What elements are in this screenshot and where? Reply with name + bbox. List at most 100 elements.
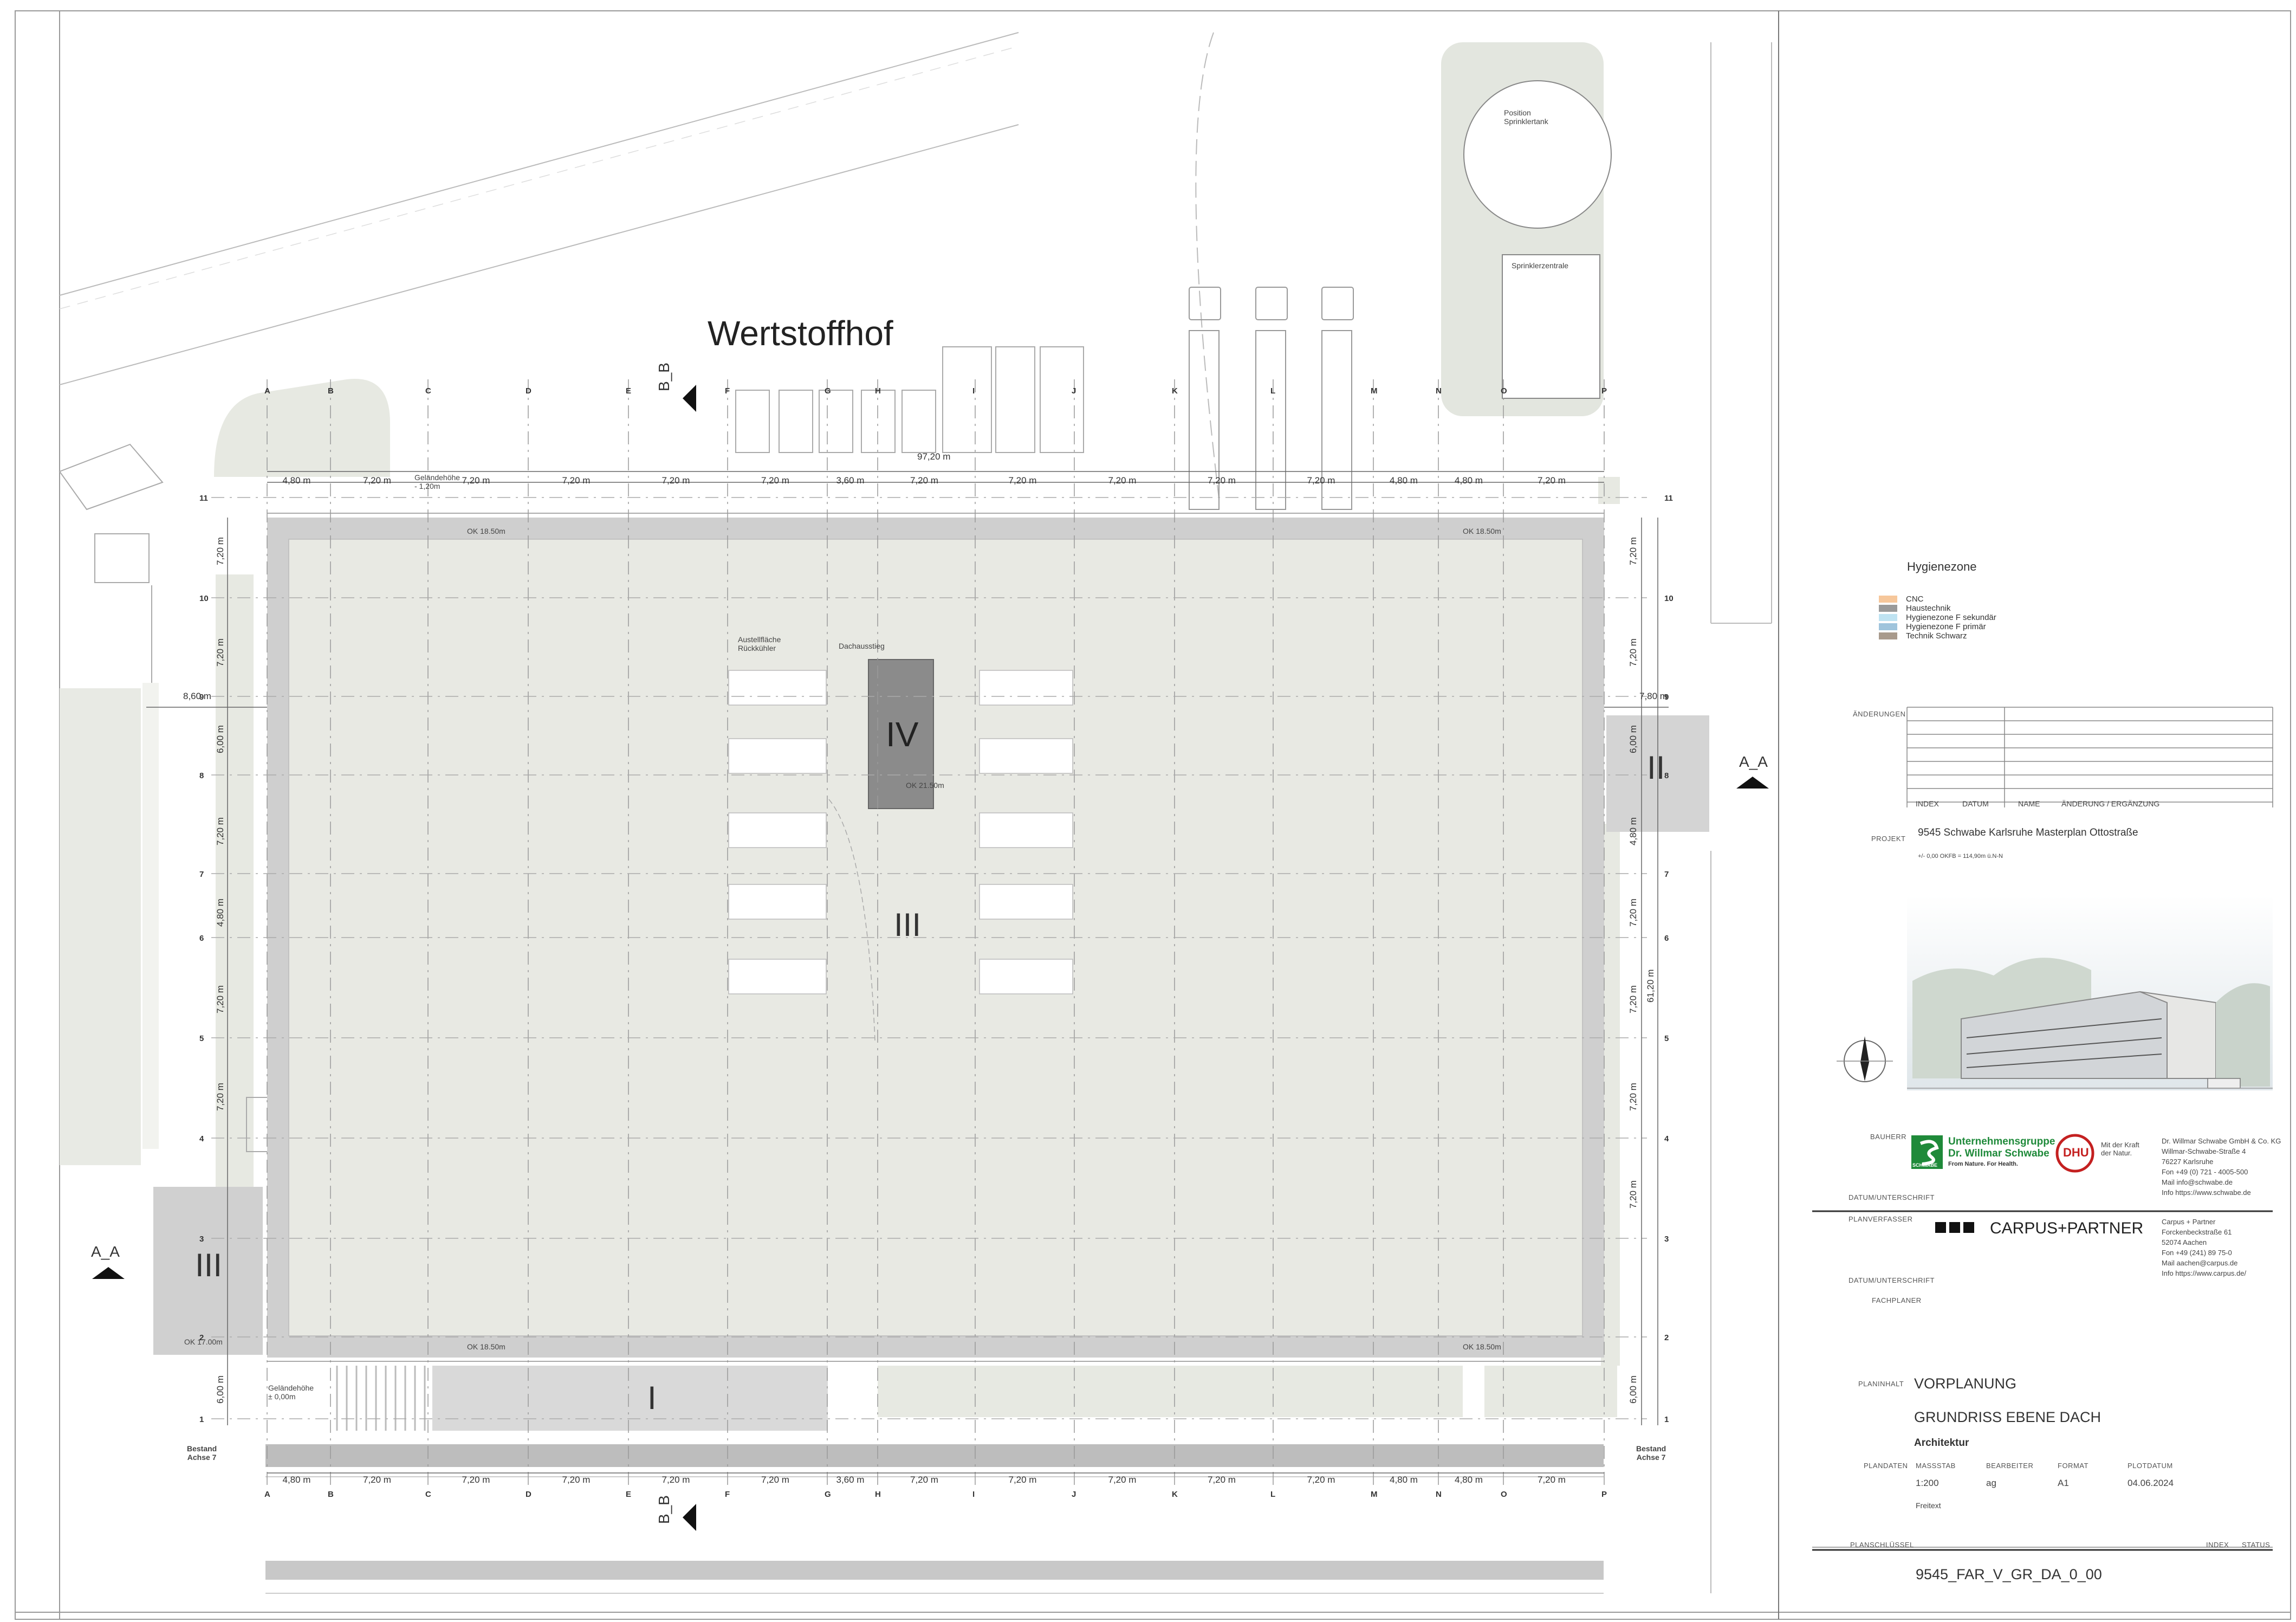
client-address: Dr. Willmar Schwabe GmbH & Co. KG Willmar… bbox=[2162, 1136, 2281, 1198]
right-dimension-7: 7,20 m bbox=[1628, 1180, 1638, 1209]
grid-row-right-11: 11 bbox=[1664, 494, 1673, 503]
bay-dimension-top-13: 4,80 m bbox=[1455, 475, 1483, 486]
grid-label-top-M: M bbox=[1371, 386, 1378, 396]
grid-label-bottom-F: F bbox=[725, 1490, 730, 1499]
plan-key: 9545_FAR_V_GR_DA_0_00 bbox=[1916, 1566, 2102, 1582]
grid-label-top-P: P bbox=[1601, 386, 1607, 396]
plan-discipline: Architektur bbox=[1914, 1437, 1969, 1449]
right-dimension-1: 7,20 m bbox=[1628, 638, 1638, 667]
legend-label: Hygienezone F primär bbox=[1906, 622, 1986, 631]
grid-label-top-O: O bbox=[1501, 386, 1507, 396]
designer-label: PLANVERFASSER bbox=[1849, 1215, 1913, 1223]
right-dimension-4: 7,20 m bbox=[1628, 899, 1638, 927]
legend-swatch bbox=[1879, 614, 1897, 621]
changes-col-date: DATUM bbox=[1962, 799, 1989, 808]
left-dimension-2: 6,00 m bbox=[215, 725, 225, 753]
grid-label-top-N: N bbox=[1436, 386, 1442, 396]
grid-label-bottom-J: J bbox=[1072, 1490, 1076, 1499]
specialist-label: FACHPLANER bbox=[1872, 1296, 1922, 1304]
bay-dimension-bottom-8: 7,20 m bbox=[1009, 1475, 1037, 1485]
roof-level-bl: OK 18.50m bbox=[467, 1342, 505, 1351]
section-mark-aa-left: A_A bbox=[91, 1243, 120, 1260]
roof-level-br: OK 18.50m bbox=[1463, 1342, 1501, 1351]
sprinkler-central-label: Sprinklerzentrale bbox=[1512, 261, 1569, 270]
bay-dimension-bottom-3: 7,20 m bbox=[562, 1475, 591, 1485]
grid-row-left-3: 3 bbox=[199, 1235, 204, 1244]
total-width-dimension: 97,20 m bbox=[917, 451, 950, 462]
cooler-area-label: Austellfläche Rückkühler bbox=[738, 635, 781, 652]
project-label: PROJEKT bbox=[1871, 835, 1906, 843]
data-col-editor: BEARBEITER bbox=[1986, 1462, 2034, 1470]
data-val-format: A1 bbox=[2058, 1478, 2069, 1488]
bay-dimension-top-3: 7,20 m bbox=[562, 475, 591, 486]
zone-label-3-left: III bbox=[195, 1247, 223, 1283]
right-extra-dimension: 7,80 m bbox=[1639, 691, 1668, 701]
bay-dimension-top-5: 7,20 m bbox=[761, 475, 789, 486]
grid-label-top-B: B bbox=[328, 386, 334, 396]
bay-dimension-top-1: 7,20 m bbox=[363, 475, 391, 486]
legend-swatch bbox=[1879, 632, 1897, 639]
legend-label: CNC bbox=[1906, 594, 1924, 604]
left-dimension-1: 7,20 m bbox=[215, 638, 225, 667]
data-val-editor: ag bbox=[1986, 1478, 1996, 1488]
section-mark-bb-top: B_B bbox=[656, 363, 672, 391]
zone-label-2: II bbox=[1647, 749, 1665, 786]
dhu-tagline: Mit der Kraft der Natur. bbox=[2101, 1141, 2139, 1157]
section-mark-aa-right: A_A bbox=[1739, 753, 1768, 770]
legend-label: Hygienezone F sekundär bbox=[1906, 613, 1996, 622]
designer-address-line: Mail aachen@carpus.de bbox=[2162, 1259, 2238, 1267]
data-val-plotdate: 04.06.2024 bbox=[2128, 1478, 2174, 1488]
roof-level-tl: OK 18.50m bbox=[467, 527, 505, 535]
bay-dimension-top-4: 7,20 m bbox=[662, 475, 690, 486]
roof-access-label: Dachausstieg bbox=[839, 642, 885, 650]
left-dimension-0: 7,20 m bbox=[215, 537, 225, 565]
bay-dimension-top-2: 7,20 m bbox=[462, 475, 490, 486]
grid-label-bottom-O: O bbox=[1501, 1490, 1507, 1499]
courtyard-label: Wertstoffhof bbox=[708, 314, 893, 353]
left-dimension-7: 6,00 m bbox=[215, 1375, 225, 1404]
client-logo-line2: Dr. Willmar Schwabe bbox=[1948, 1148, 2049, 1159]
grid-row-left-10: 10 bbox=[199, 594, 209, 603]
designer-address-line: Info https://www.carpus.de/ bbox=[2162, 1269, 2247, 1277]
bay-dimension-bottom-12: 4,80 m bbox=[1390, 1475, 1418, 1485]
grid-row-right-4: 4 bbox=[1664, 1134, 1669, 1143]
client-address-line: Willmar-Schwabe-Straße 4 bbox=[2162, 1147, 2246, 1155]
legend-swatch bbox=[1879, 623, 1897, 630]
grid-label-bottom-C: C bbox=[425, 1490, 431, 1499]
grid-row-right-5: 5 bbox=[1664, 1034, 1669, 1043]
bay-dimension-bottom-0: 4,80 m bbox=[283, 1475, 311, 1485]
client-logo-short: SCHWABE bbox=[1912, 1162, 1938, 1168]
client-logo-line1: Unternehmensgruppe bbox=[1948, 1136, 2055, 1147]
bay-dimension-top-14: 7,20 m bbox=[1538, 475, 1566, 486]
grid-label-bottom-H: H bbox=[875, 1490, 881, 1499]
project-name: 9545 Schwabe Karlsruhe Masterplan Ottost… bbox=[1918, 827, 2138, 838]
designer-address: Carpus + Partner Forckenbeckstraße 61 5207… bbox=[2162, 1217, 2246, 1278]
grid-row-left-8: 8 bbox=[199, 771, 204, 780]
designer-logo: CARPUS+PARTNER bbox=[1990, 1219, 2144, 1237]
legend-item: Technik Schwarz bbox=[1879, 631, 1967, 641]
index-label: INDEX bbox=[2206, 1541, 2229, 1549]
data-col-format: FORMAT bbox=[2058, 1462, 2089, 1470]
changes-col-index: INDEX bbox=[1916, 799, 1939, 808]
client-address-line: Info https://www.schwabe.de bbox=[2162, 1188, 2251, 1197]
client-label: BAUHERR bbox=[1870, 1133, 1907, 1141]
grid-label-bottom-N: N bbox=[1436, 1490, 1442, 1499]
right-dimension-2: 6,00 m bbox=[1628, 725, 1638, 753]
data-col-scale: MASSSTAB bbox=[1916, 1462, 1956, 1470]
bay-dimension-bottom-5: 7,20 m bbox=[761, 1475, 789, 1485]
client-address-line: 76227 Karlsruhe bbox=[2162, 1158, 2214, 1166]
roof-level-tr: OK 18.50m bbox=[1463, 527, 1501, 535]
status-label: STATUS bbox=[2242, 1541, 2271, 1549]
grid-label-top-G: G bbox=[825, 386, 831, 396]
client-address-line: Fon +49 (0) 721 - 4005-500 bbox=[2162, 1168, 2248, 1176]
data-col-plotdate: PLOTDATUM bbox=[2128, 1462, 2173, 1470]
key-label: PLANSCHLÜSSEL bbox=[1850, 1541, 1914, 1549]
existing-axis-left: Bestand Achse 7 bbox=[187, 1444, 217, 1462]
grid-label-bottom-K: K bbox=[1172, 1490, 1178, 1499]
bay-dimension-top-6: 3,60 m bbox=[836, 475, 865, 486]
grid-label-top-A: A bbox=[264, 386, 270, 396]
grid-row-right-1: 1 bbox=[1664, 1415, 1669, 1424]
zone-label-4: IV bbox=[886, 715, 919, 754]
client-address-line: Dr. Willmar Schwabe GmbH & Co. KG bbox=[2162, 1137, 2281, 1145]
content-label: PLANINHALT bbox=[1858, 1380, 1904, 1388]
